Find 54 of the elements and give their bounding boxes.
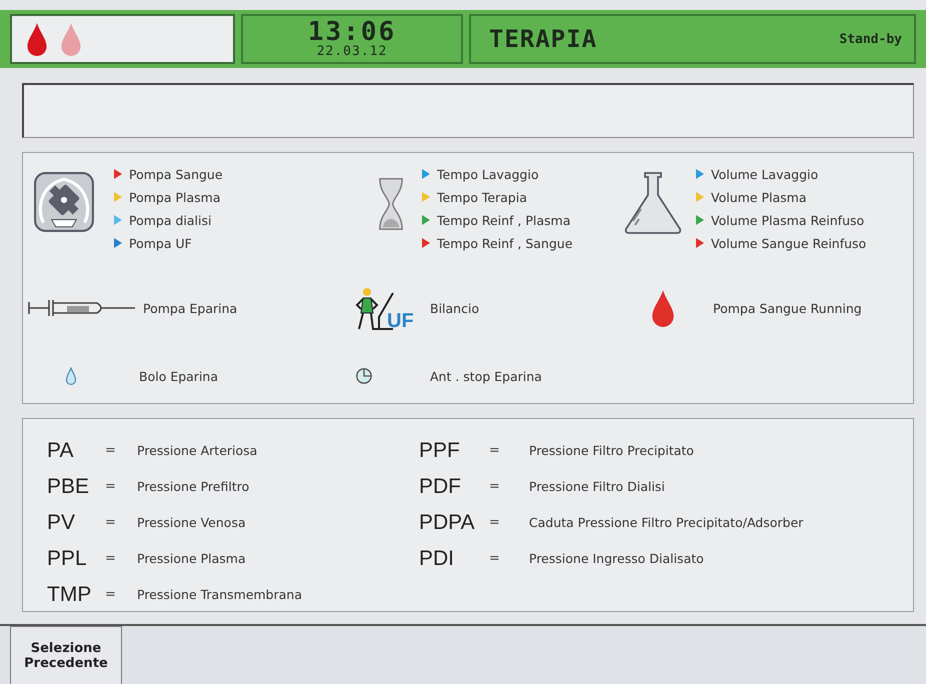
legend-label: Pompa Sangue [129,166,223,182]
previous-selection-button[interactable]: Selezione Precedente [10,626,122,684]
drop-icon [65,367,77,385]
abbreviation-code: PDPA [419,510,476,534]
clock-date: 22.03.12 [316,45,388,59]
abbreviation-code: PBE [47,474,90,498]
legend-label: Tempo Reinf , Plasma [437,212,570,228]
legend-label: Bilancio [430,300,480,316]
legend-label: Pompa Sangue Running [713,300,862,316]
legend-label: Pompa Plasma [129,190,221,204]
legend-label: Volume Sangue Reinfuso [711,236,866,250]
legend-label: Pompa UF [129,236,192,250]
equals-sign: = [489,479,501,494]
legend-label: Tempo Reinf , Sangue [437,236,573,250]
abbreviation-meaning: Pressione Filtro Dialisi [529,479,665,494]
abbreviation-meaning: Caduta Pressione Filtro Precipitato/Adsorber [529,515,804,530]
legend-label: Tempo Lavaggio [437,166,539,182]
abbreviation-code: PDI [419,546,456,570]
abbreviation-meaning: Pressione Transmembrana [137,587,302,602]
equals-sign: = [489,551,501,566]
abbreviation-meaning: Pressione Prefiltro [137,479,250,494]
abbreviation-meaning: Pressione Filtro Precipitato [529,443,694,458]
equals-sign: = [105,587,117,602]
legend-label: Volume Lavaggio [711,166,818,182]
abbreviation-meaning: Pressione Venosa [137,515,246,530]
abbreviation-code: TMP [47,582,92,606]
abbreviation-code: PPL [47,546,88,570]
equals-sign: = [105,551,117,566]
legend-label: Bolo Eparina [139,368,218,384]
flask-icon [623,171,683,235]
abbreviation-meaning: Pressione Ingresso Dialisato [529,551,704,566]
blood-drop-icon [651,289,675,327]
equals-sign: = [105,443,117,458]
legend-label: Pompa dialisi [129,212,212,228]
abbreviation-code: PA [47,438,74,462]
legend-label: Tempo Terapia [437,190,528,204]
abbreviation-code: PPF [419,438,461,462]
abbreviation-code: PDF [419,474,462,498]
screen-title: TERAPIA [489,25,598,53]
pump-icon [33,171,95,233]
status-label: Stand-by [839,32,902,46]
abbreviation-meaning: Pressione Arteriosa [137,443,258,458]
abbreviation-meaning: Pressione Plasma [137,551,246,566]
legend-label: Ant . stop Eparina [430,368,542,384]
abbreviation-code: PV [47,510,76,534]
legend-label: Pompa Eparina [143,300,238,316]
timer-icon [355,367,373,385]
equals-sign: = [489,515,501,530]
legend-label: Volume Plasma [711,190,806,204]
equals-sign: = [105,515,117,530]
equals-sign: = [105,479,117,494]
clock-time: 13:06 [308,19,396,45]
legend-label: Volume Plasma Reinfuso [711,212,864,228]
equals-sign: = [489,443,501,458]
